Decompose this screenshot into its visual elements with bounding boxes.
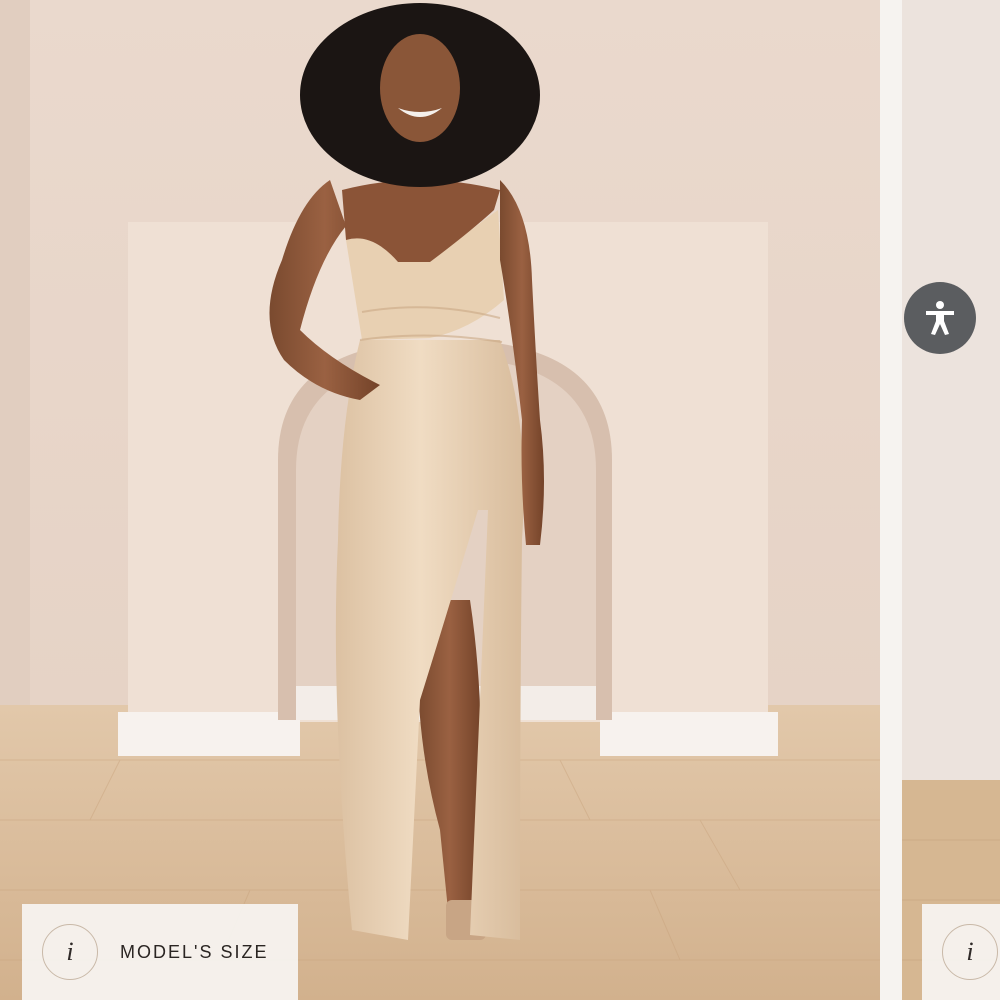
models-size-button-next[interactable]: i <box>922 904 1000 1000</box>
product-photo-next[interactable] <box>902 0 1000 1000</box>
models-size-label: MODEL'S SIZE <box>120 941 269 962</box>
product-photo-main[interactable] <box>0 0 880 1000</box>
slide-gap <box>880 0 902 1000</box>
accessibility-icon <box>926 301 954 335</box>
product-photo-next-illustration <box>902 0 1000 1000</box>
info-icon: i <box>42 924 98 980</box>
accessibility-button[interactable] <box>904 282 976 354</box>
models-size-button[interactable]: i MODEL'S SIZE <box>22 904 298 1000</box>
product-photo-illustration <box>0 0 880 1000</box>
info-icon: i <box>942 924 998 980</box>
